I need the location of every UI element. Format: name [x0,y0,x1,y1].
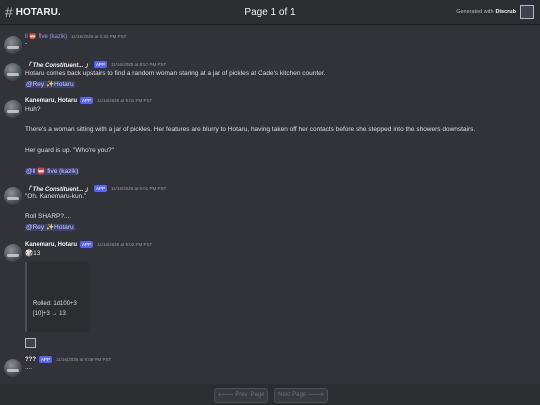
message-text: "Oh. Kanemaru-kun." [25,193,87,200]
avatar[interactable] [4,100,22,118]
message-text: Huh? [25,106,41,113]
mention-line: @ll 📛 five (kazik) [25,167,80,175]
user-mention[interactable]: @Rey ✨Hotaru [25,81,75,88]
mention-line: @Rey ✨Hotaru [25,80,75,88]
username[interactable]: Kanemaru, Hotaru [25,242,77,248]
timestamp: 11/16/2025 at 9:09 PM PST [56,357,112,362]
message-text: - [25,40,28,47]
generated-with: Generated with Discrub [456,5,534,19]
app-badge: APP [80,241,94,248]
pagination-bar: 🡐 Prev. Page Next Page 🡒 [0,384,540,405]
timestamp: 11/16/2025 at 9:02 PM PST [97,242,153,247]
avatar[interactable] [4,359,22,377]
username[interactable]: Kanemaru, Hotaru [25,98,77,104]
username[interactable]: 「 The Constituent... 」 [25,60,91,69]
mention-line: @Rey ✨Hotaru [25,223,75,231]
message-text: .... [25,364,33,371]
prev-page-button[interactable]: 🡐 Prev. Page [214,388,268,403]
generated-prefix: Generated with [456,9,494,15]
username[interactable]: ??? [25,357,36,363]
app-badge: APP [94,185,108,192]
roll-embed: Rolled: 1d100+3 [10]+3 → 13 [25,262,89,332]
channel-name: HOTARU. [15,6,61,18]
timestamp: 11/16/2025 at 9:01 PM PST [111,186,167,191]
message-text: Her guard is up. "Who're you?" [25,147,114,154]
roll-line: Rolled: 1d100+3 [33,301,77,307]
timestamp: 11/16/2025 at 9:01 PM PST [97,98,153,103]
username[interactable]: ll 📛 five (kazik) [25,33,67,40]
avatar[interactable] [4,187,22,205]
avatar[interactable] [4,244,22,262]
generated-brand: Discrub [495,9,516,15]
app-badge: APP [94,61,108,68]
avatar[interactable] [4,63,22,81]
user-mention[interactable]: @ll 📛 five (kazik) [25,168,80,175]
username[interactable]: 「 The Constituent... 」 [25,184,91,193]
app-badge: APP [39,356,53,363]
message-text: There's a woman sitting with a jar of pi… [25,126,476,133]
dice-result: 🎲13 [25,250,41,257]
message-text: Hotaru comes back upstairs to find a ran… [25,70,326,77]
avatar[interactable] [4,36,22,54]
app-badge: APP [80,97,94,104]
hash-icon: # [5,4,13,20]
timestamp: 11/16/2025 at 6:33 PM PST [71,34,127,39]
roll-detail: [10]+3 → 13 [33,311,66,317]
timestamp: 11/16/2025 at 8:57 PM PST [111,62,167,67]
broken-image-icon [520,5,534,19]
broken-image-icon[interactable] [25,338,36,348]
user-mention[interactable]: @Rey ✨Hotaru [25,224,75,231]
next-page-button[interactable]: Next Page 🡒 [274,388,328,403]
message-text: Roll SHARP?.... [25,213,72,220]
